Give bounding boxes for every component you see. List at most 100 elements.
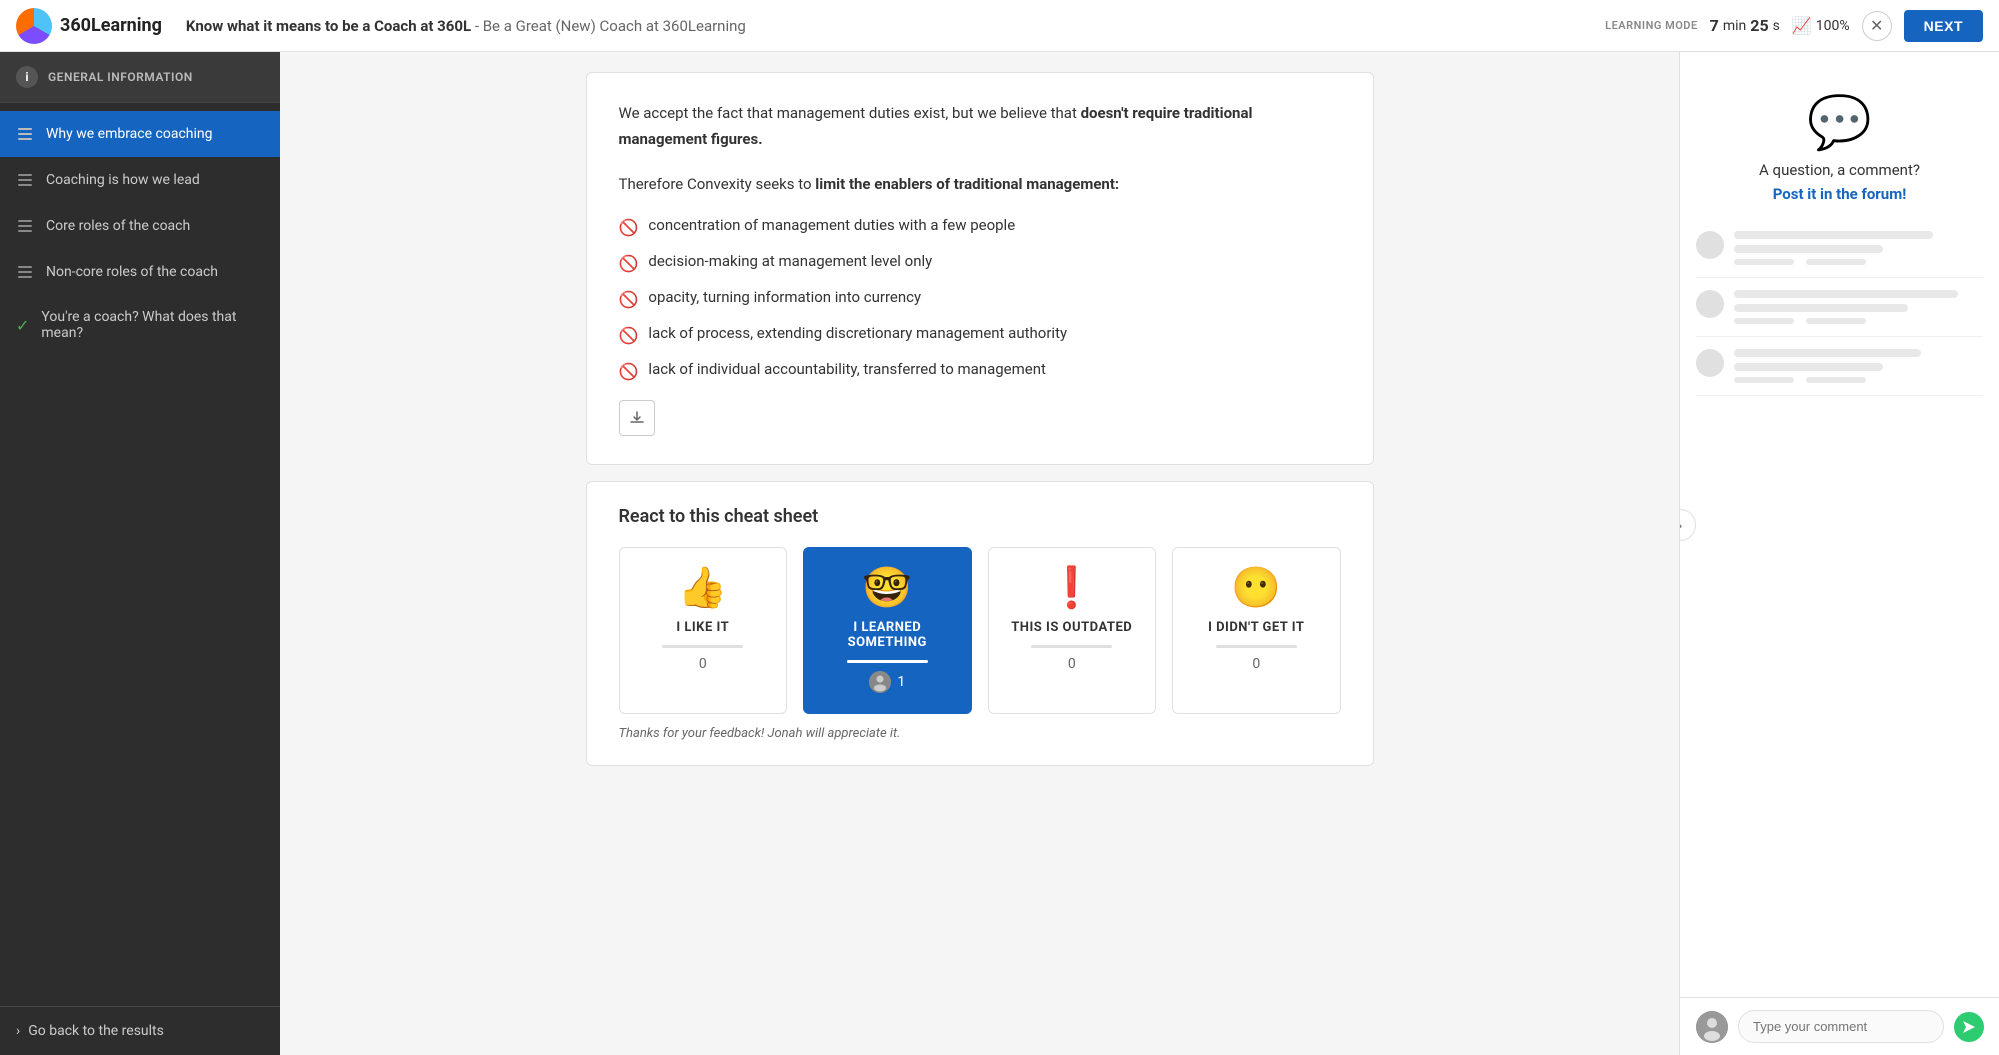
like-emoji: 👍 (678, 568, 728, 608)
logo-icon (16, 8, 52, 44)
skeleton-line (1734, 231, 1933, 239)
didnt-get-count: 0 (1252, 656, 1260, 672)
sidebar-item-label: Core roles of the coach (46, 218, 190, 234)
react-card: React to this cheat sheet 👍 I LIKE IT 0 … (586, 481, 1374, 766)
react-title: React to this cheat sheet (619, 506, 1341, 527)
bullet-text: lack of individual accountability, trans… (648, 358, 1045, 381)
sidebar-info-label: GENERAL INFORMATION (48, 70, 193, 84)
content-inner: We accept the fact that management dutie… (570, 52, 1390, 802)
skeleton-meta (1734, 259, 1794, 265)
skeleton-line (1734, 290, 1958, 298)
minus-circle-icon: 🚫 (619, 324, 639, 348)
header-title: Know what it means to be a Coach at 360L… (186, 17, 1605, 35)
timer-min-label: min (1723, 18, 1746, 34)
minus-circle-icon: 🚫 (619, 252, 639, 276)
list-icon (16, 217, 34, 235)
list-icon (16, 171, 34, 189)
content-card: We accept the fact that management dutie… (586, 72, 1374, 465)
react-option-learned[interactable]: 🤓 I LEARNED SOMETHING (803, 547, 972, 714)
react-option-outdated[interactable]: ❗ THIS IS OUTDATED 0 (988, 547, 1157, 714)
forum-promo: 💬 A question, a comment? Post it in the … (1696, 68, 1983, 219)
commenter-avatar-icon (1696, 1011, 1728, 1043)
list-item: 🚫 concentration of management duties wit… (619, 214, 1341, 240)
sidebar-item-why-embrace[interactable]: Why we embrace coaching (0, 111, 280, 157)
sidebar-item-label: Coaching is how we lead (46, 172, 200, 188)
commenter-avatar (1696, 1011, 1728, 1043)
outdated-count-area: 0 (1068, 656, 1076, 672)
react-option-didnt-get[interactable]: 😶 I DIDN'T GET IT 0 (1172, 547, 1341, 714)
learned-bar-fill (847, 660, 928, 663)
skeleton-line (1734, 349, 1921, 357)
sidebar-item-noncore-roles[interactable]: Non-core roles of the coach (0, 249, 280, 295)
feedback-text: Thanks for your feedback! Jonah will app… (619, 726, 1341, 741)
react-option-like[interactable]: 👍 I LIKE IT 0 (619, 547, 788, 714)
forum-text: A question, a comment? (1712, 161, 1967, 179)
list-icon (16, 263, 34, 281)
like-count: 0 (699, 656, 707, 672)
sidebar-item-label: You're a coach? What does that mean? (41, 309, 264, 341)
header: 360Learning Know what it means to be a C… (0, 0, 1999, 52)
close-button[interactable]: ✕ (1862, 11, 1892, 41)
learned-count-area: 1 (869, 671, 905, 693)
skeleton-meta (1734, 377, 1794, 383)
sidebar-nav: Why we embrace coaching Coaching is how … (0, 103, 280, 1006)
skeleton-avatar (1696, 349, 1724, 377)
comment-skeleton-2 (1696, 278, 1983, 337)
bullet-text: decision-making at management level only (648, 250, 932, 273)
panel-toggle-button[interactable]: › (1679, 509, 1696, 541)
comment-skeleton-1 (1696, 219, 1983, 278)
content-paragraph-1: We accept the fact that management dutie… (619, 101, 1341, 152)
sidebar-item-core-roles[interactable]: Core roles of the coach (0, 203, 280, 249)
header-right: LEARNING MODE 7 min 25 s 📈 100% ✕ NEXT (1605, 10, 1983, 42)
right-panel-wrapper: › 💬 A question, a comment? Post it in th… (1679, 52, 1999, 1055)
list-item: 🚫 decision-making at management level on… (619, 250, 1341, 276)
logo-text: 360Learning (60, 15, 162, 36)
minus-circle-icon: 🚫 (619, 360, 639, 384)
learned-bar (847, 660, 928, 663)
sidebar-item-youre-coach[interactable]: ✓ You're a coach? What does that mean? (0, 295, 280, 355)
check-icon: ✓ (16, 316, 29, 335)
info-icon: i (16, 66, 38, 88)
like-label: I LIKE IT (676, 620, 729, 635)
comment-skeleton-3 (1696, 337, 1983, 396)
forum-link[interactable]: Post it in the forum! (1712, 185, 1967, 203)
send-button[interactable] (1954, 1012, 1984, 1042)
react-options: 👍 I LIKE IT 0 🤓 I LEARNED SOMETHING (619, 547, 1341, 714)
sidebar-item-label: Why we embrace coaching (46, 126, 212, 142)
next-button[interactable]: NEXT (1904, 10, 1983, 42)
logo-area: 360Learning (16, 8, 162, 44)
paragraph1-before: We accept the fact that management dutie… (619, 104, 1081, 122)
didnt-get-emoji: 😶 (1231, 568, 1281, 608)
download-button[interactable] (619, 400, 655, 436)
chevron-right-icon: › (16, 1023, 20, 1039)
course-subtitle: - Be a Great (New) Coach at 360Learning (475, 17, 746, 35)
sidebar-item-coaching-lead[interactable]: Coaching is how we lead (0, 157, 280, 203)
avatar (869, 671, 891, 693)
main-layout: i GENERAL INFORMATION Why we embrace coa… (0, 52, 1999, 1055)
comment-input[interactable] (1738, 1010, 1944, 1043)
paragraph2-bold: limit the enablers of traditional manage… (815, 175, 1119, 193)
sidebar-info: i GENERAL INFORMATION (0, 52, 280, 103)
skeleton-line (1734, 363, 1883, 371)
right-panel-inner: › 💬 A question, a comment? Post it in th… (1680, 52, 1999, 997)
comment-input-area (1680, 997, 1999, 1055)
content-paragraph-2: Therefore Convexity seeks to limit the e… (619, 172, 1341, 198)
like-bar (662, 645, 743, 648)
skeleton-avatar (1696, 290, 1724, 318)
timer-area: 7 min 25 s (1710, 16, 1780, 35)
timer-min: 7 (1710, 16, 1719, 35)
bullet-text: lack of process, extending discretionary… (648, 322, 1067, 345)
go-back-footer[interactable]: › Go back to the results (0, 1006, 280, 1055)
timer-sec-label: s (1773, 18, 1780, 34)
list-item: 🚫 lack of process, extending discretiona… (619, 322, 1341, 348)
sidebar: i GENERAL INFORMATION Why we embrace coa… (0, 52, 280, 1055)
didnt-get-label: I DIDN'T GET IT (1208, 620, 1304, 635)
bullet-text: opacity, turning information into curren… (648, 286, 921, 309)
didnt-get-bar (1216, 645, 1297, 648)
user-avatar-icon (869, 671, 891, 693)
like-count-area: 0 (699, 656, 707, 672)
course-title: Know what it means to be a Coach at 360L (186, 17, 471, 35)
forum-icon: 💬 (1712, 92, 1967, 153)
bullet-text: concentration of management duties with … (648, 214, 1015, 237)
bullet-list: 🚫 concentration of management duties wit… (619, 214, 1341, 384)
